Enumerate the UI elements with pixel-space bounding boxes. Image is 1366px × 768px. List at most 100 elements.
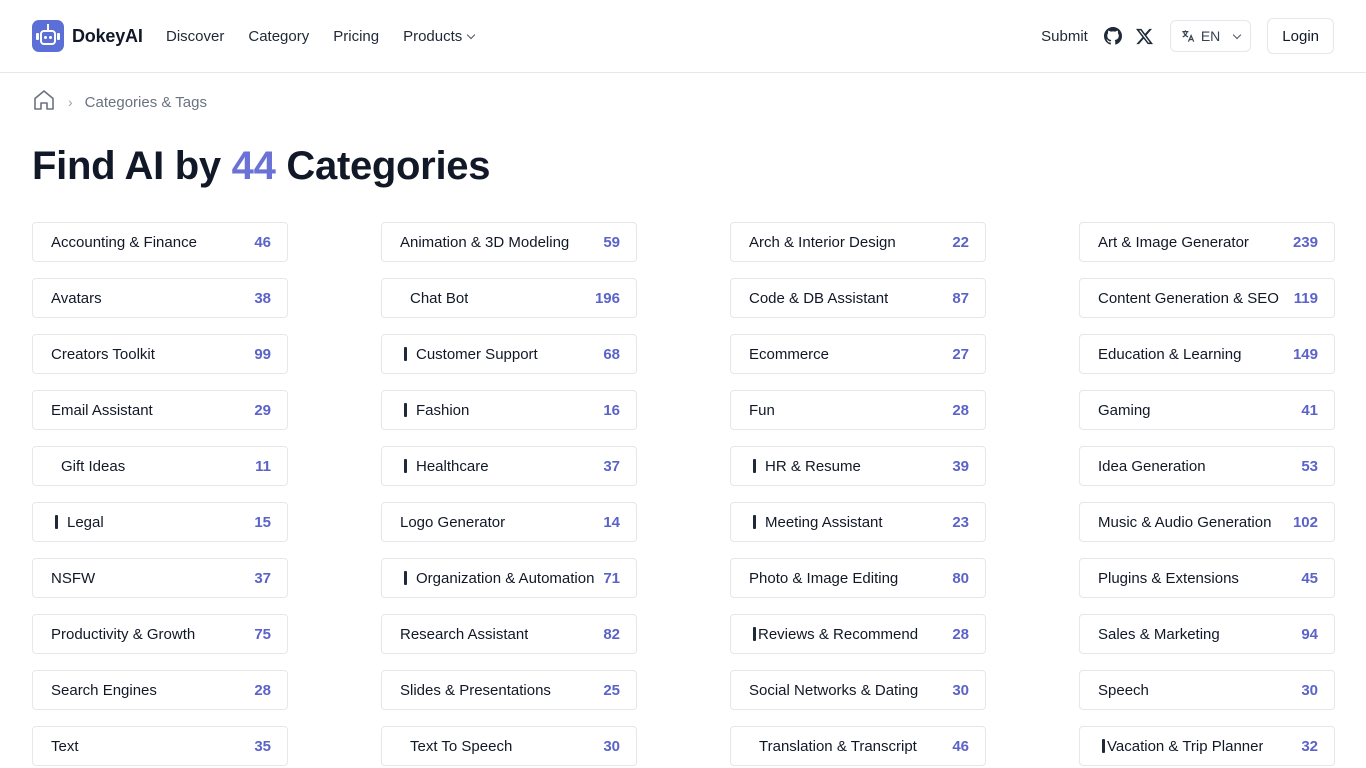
category-count-badge: 196: [594, 289, 620, 307]
category-card[interactable]: Photo & Image Editing 80: [730, 558, 986, 598]
category-card[interactable]: Fun 28: [730, 390, 986, 430]
category-card[interactable]: Productivity & Growth 75: [32, 614, 288, 654]
category-card[interactable]: Text To Speech 30: [381, 726, 637, 766]
category-card[interactable]: Arch & Interior Design 22: [730, 222, 986, 262]
category-card[interactable]: Idea Generation 53: [1079, 446, 1335, 486]
category-card[interactable]: Fashion 16: [381, 390, 637, 430]
category-name: Healthcare: [400, 458, 489, 475]
category-name: Organization & Automation: [400, 570, 594, 587]
category-count-badge: 41: [1301, 401, 1318, 419]
category-name: Slides & Presentations: [400, 681, 551, 699]
category-count-badge: 45: [1301, 569, 1318, 587]
category-card[interactable]: Sales & Marketing 94: [1079, 614, 1335, 654]
category-name: Translation & Transcript: [759, 737, 917, 755]
category-count-badge: 46: [952, 737, 969, 755]
category-name: Gaming: [1098, 401, 1151, 419]
category-count-badge: 11: [255, 457, 271, 475]
category-name: Speech: [1098, 681, 1149, 699]
category-card[interactable]: Search Engines 28: [32, 670, 288, 710]
category-name: Reviews & Recommend: [749, 626, 918, 643]
brand[interactable]: DokeyAI: [32, 20, 143, 52]
x-twitter-icon[interactable]: [1134, 25, 1156, 47]
category-card[interactable]: Legal 15: [32, 502, 288, 542]
category-card[interactable]: Art & Image Generator 239: [1079, 222, 1335, 262]
breadcrumb: › Categories & Tags: [32, 88, 207, 117]
category-name: Idea Generation: [1098, 457, 1206, 475]
category-card[interactable]: HR & Resume 39: [730, 446, 986, 486]
category-card[interactable]: Healthcare 37: [381, 446, 637, 486]
category-name: Accounting & Finance: [51, 233, 197, 251]
missing-glyph-icon: [749, 627, 756, 641]
category-card[interactable]: Animation & 3D Modeling 59: [381, 222, 637, 262]
category-count-badge: 59: [603, 233, 620, 251]
category-count-badge: 15: [254, 513, 271, 531]
chevron-right-icon: ›: [68, 94, 73, 110]
missing-glyph-icon: [749, 459, 759, 473]
category-card[interactable]: Code & DB Assistant 87: [730, 278, 986, 318]
category-card[interactable]: Education & Learning 149: [1079, 334, 1335, 374]
category-name: Photo & Image Editing: [749, 569, 899, 587]
category-name: Vacation & Trip Planner: [1098, 738, 1263, 755]
nav-discover[interactable]: Discover: [166, 28, 224, 45]
category-card[interactable]: Vacation & Trip Planner 32: [1079, 726, 1335, 766]
category-name: Fashion: [400, 402, 469, 419]
missing-glyph-icon: [51, 515, 61, 529]
submit-link[interactable]: Submit: [1041, 28, 1088, 45]
category-card[interactable]: Translation & Transcript 46: [730, 726, 986, 766]
category-card[interactable]: Organization & Automation 71: [381, 558, 637, 598]
chevron-down-icon: [467, 30, 476, 39]
category-count-badge: 68: [603, 345, 620, 363]
home-icon[interactable]: [32, 88, 56, 117]
category-count-badge: 32: [1301, 737, 1318, 755]
category-name: Music & Audio Generation: [1098, 513, 1272, 531]
category-count-badge: 102: [1292, 513, 1318, 531]
category-card[interactable]: Creators Toolkit 99: [32, 334, 288, 374]
login-button[interactable]: Login: [1267, 18, 1334, 54]
nav-pricing[interactable]: Pricing: [333, 28, 379, 45]
category-card[interactable]: Logo Generator 14: [381, 502, 637, 542]
category-card[interactable]: Reviews & Recommend 28: [730, 614, 986, 654]
nav-products[interactable]: Products: [403, 28, 476, 45]
category-card[interactable]: Slides & Presentations 25: [381, 670, 637, 710]
category-count-badge: 94: [1301, 625, 1318, 643]
category-count-badge: 53: [1301, 457, 1318, 475]
category-card[interactable]: NSFW 37: [32, 558, 288, 598]
category-card[interactable]: Text 35: [32, 726, 288, 766]
category-card[interactable]: Avatars 38: [32, 278, 288, 318]
category-name: Arch & Interior Design: [749, 233, 896, 251]
category-name: Logo Generator: [400, 513, 506, 531]
category-count-badge: 82: [603, 625, 620, 643]
category-card[interactable]: Chat Bot 196: [381, 278, 637, 318]
category-card[interactable]: Gaming 41: [1079, 390, 1335, 430]
category-count-badge: 29: [254, 401, 271, 419]
category-name: Chat Bot: [410, 289, 469, 307]
category-count-badge: 25: [603, 681, 620, 699]
category-name: NSFW: [51, 569, 96, 587]
category-count-badge: 28: [952, 625, 969, 643]
category-count-badge: 16: [603, 401, 620, 419]
category-card[interactable]: Content Generation & SEO 119: [1079, 278, 1335, 318]
category-name: Creators Toolkit: [51, 345, 155, 363]
category-count-badge: 28: [254, 681, 271, 699]
category-card[interactable]: Plugins & Extensions 45: [1079, 558, 1335, 598]
category-card[interactable]: Research Assistant 82: [381, 614, 637, 654]
category-card[interactable]: Music & Audio Generation 102: [1079, 502, 1335, 542]
category-name: Research Assistant: [400, 625, 529, 643]
category-count-badge: 30: [1301, 681, 1318, 699]
category-card[interactable]: Ecommerce 27: [730, 334, 986, 374]
category-name: Art & Image Generator: [1098, 233, 1249, 251]
category-card[interactable]: Speech 30: [1079, 670, 1335, 710]
github-icon[interactable]: [1102, 25, 1124, 47]
category-count-badge: 149: [1292, 345, 1318, 363]
category-card[interactable]: Social Networks & Dating 30: [730, 670, 986, 710]
category-card[interactable]: Meeting Assistant 23: [730, 502, 986, 542]
category-name: Sales & Marketing: [1098, 625, 1220, 643]
category-card[interactable]: Email Assistant 29: [32, 390, 288, 430]
category-card[interactable]: Customer Support 68: [381, 334, 637, 374]
nav-category[interactable]: Category: [248, 28, 309, 45]
category-card[interactable]: Accounting & Finance 46: [32, 222, 288, 262]
header-actions: Submit EN Login: [1041, 18, 1334, 54]
category-card[interactable]: Gift Ideas 11: [32, 446, 288, 486]
category-count-badge: 99: [254, 345, 271, 363]
language-select[interactable]: EN: [1169, 20, 1252, 52]
